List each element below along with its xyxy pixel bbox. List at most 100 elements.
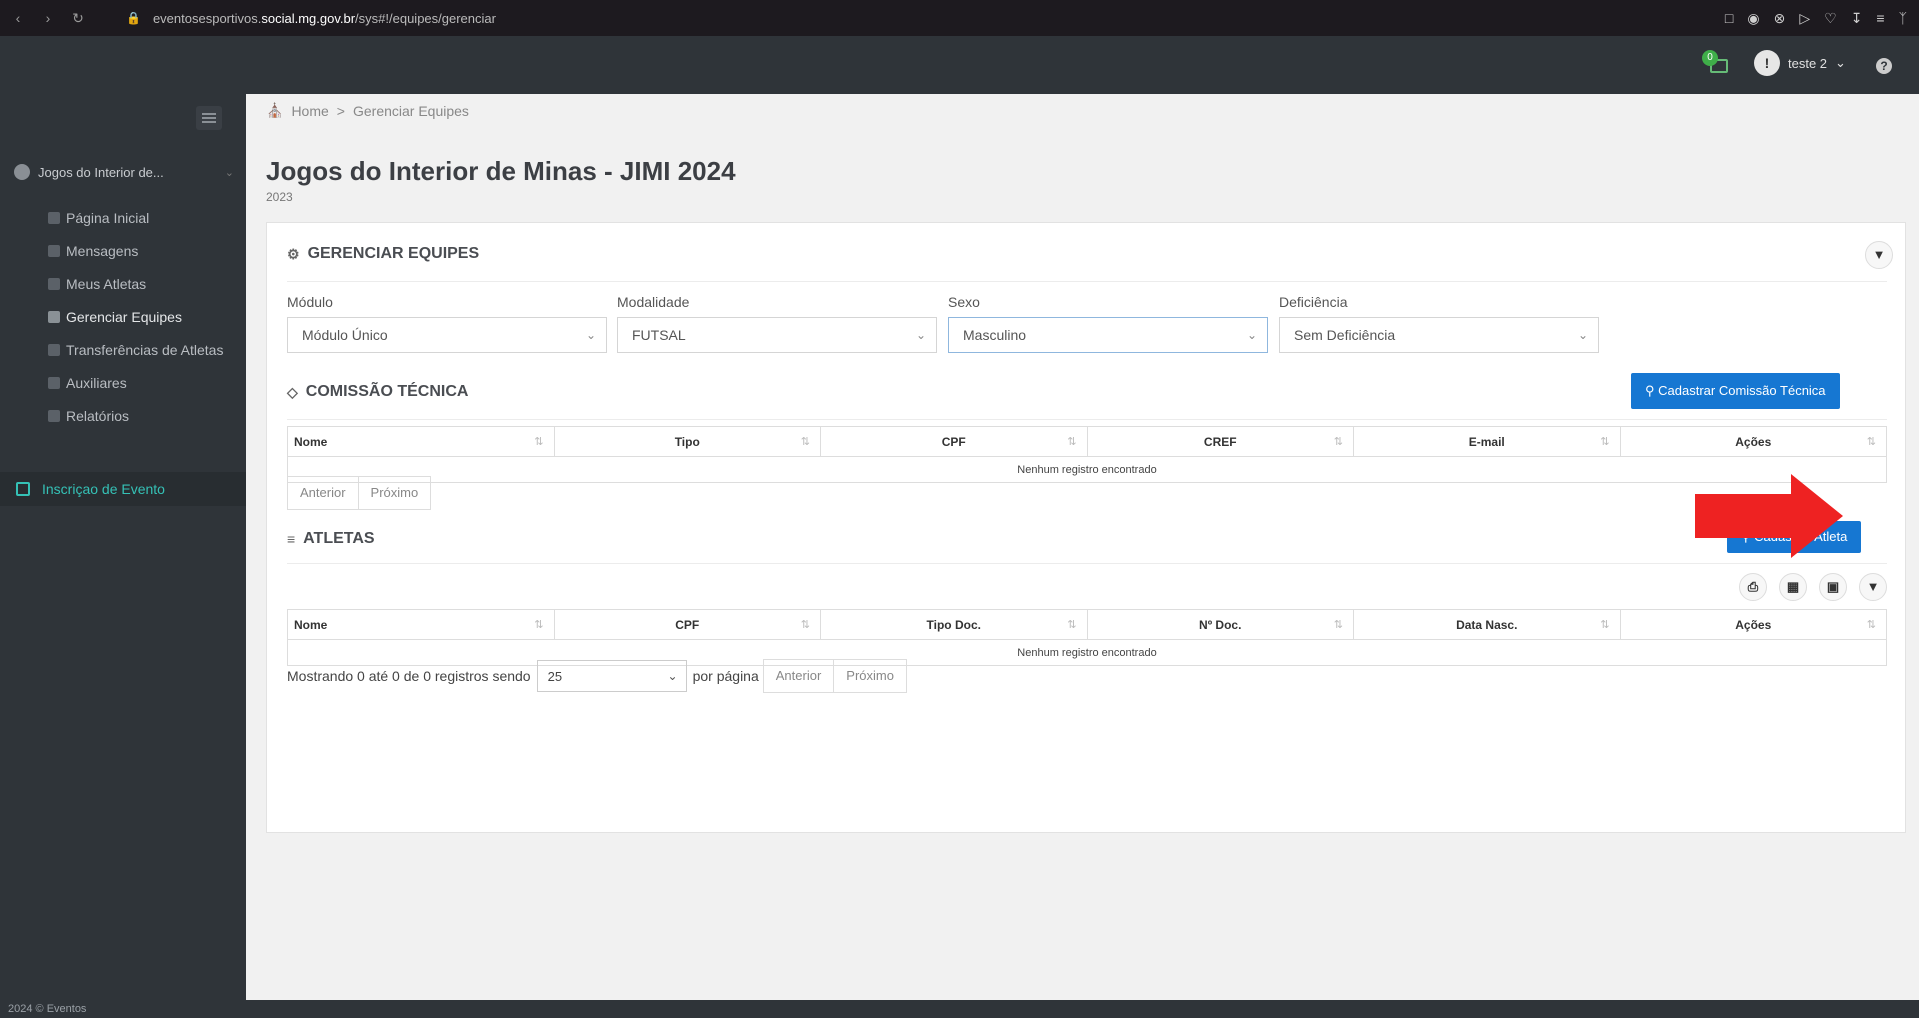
browser-toolbar: ‹ › ↻ 🔒 eventosesportivos.social.mg.gov.…	[0, 0, 1919, 36]
notification-badge: 0	[1702, 50, 1718, 66]
sidebar: Jogos do Interior de... ⌄ Página Inicial…	[0, 94, 246, 1018]
chevron-down-icon: ⌄	[915, 328, 926, 342]
chevron-down-icon: ⌄	[1246, 328, 1257, 342]
column-header[interactable]: CPF ⇅	[820, 426, 1088, 457]
notifications-button[interactable]: 0	[1700, 50, 1728, 78]
screenshot-icon[interactable]: □	[1725, 10, 1733, 26]
download-icon[interactable]: ↧	[1851, 10, 1863, 27]
page-title: Jogos do Interior de Minas - JIMI 2024	[266, 156, 736, 186]
column-header[interactable]: Nº Doc. ⇅	[1086, 609, 1354, 640]
print-button[interactable]: ⎙	[1739, 573, 1767, 601]
register-commission-button[interactable]: ⚲ Cadastrar Comissão Técnica	[1631, 373, 1840, 409]
sidebar-item-assistants[interactable]: Auxiliares	[0, 367, 246, 400]
sidebar-item-athletes[interactable]: Meus Atletas	[0, 268, 246, 301]
chevron-down-icon: ⌄	[1577, 328, 1588, 342]
per-page-select[interactable]: 25 ⌄	[536, 660, 687, 692]
module-select[interactable]: Módulo Único ⌄	[287, 317, 607, 353]
user-menu[interactable]: ! teste 2 ⌄	[1754, 50, 1846, 76]
manage-section-label: GERENCIAR EQUIPES	[307, 245, 480, 262]
column-header[interactable]: CREF ⇅	[1086, 426, 1354, 457]
export-excel-button[interactable]: ▦	[1779, 573, 1807, 601]
sidebar-item-label: Página Inicial	[66, 210, 150, 226]
chevron-down-icon: ⌄	[585, 328, 596, 342]
column-header[interactable]: Nome ⇅	[287, 426, 555, 457]
column-header[interactable]: Tipo ⇅	[553, 426, 821, 457]
help-icon[interactable]: ?	[1876, 58, 1892, 74]
sidebar-item-messages[interactable]: Mensagens	[0, 235, 246, 268]
breadcrumb-current: Gerenciar Equipes	[352, 102, 469, 119]
address-bar[interactable]: eventosesportivos.social.mg.gov.br/sys#!…	[153, 11, 496, 26]
user-circle-icon	[14, 164, 30, 180]
athletes-table: Nome ⇅ CPF ⇅ Tipo Doc. ⇅ Nº Doc. ⇅ Data Nasc…	[287, 609, 1887, 666]
filter-button[interactable]: ▼	[1865, 241, 1893, 269]
heart-icon[interactable]: ♡	[1824, 10, 1837, 27]
chart-icon	[48, 410, 60, 422]
layers-icon: ◇	[287, 383, 298, 400]
column-label: Nome	[294, 617, 328, 632]
forward-icon[interactable]: ›	[36, 10, 60, 26]
menu-icon[interactable]: ≡	[1876, 10, 1884, 26]
profile-icon[interactable]: ᛉ	[1899, 10, 1907, 26]
filter-button[interactable]: ▼	[1859, 573, 1887, 601]
column-header[interactable]: CPF ⇅	[553, 609, 821, 640]
column-label: Ações	[1735, 617, 1772, 632]
disability-select[interactable]: Sem Deficiência ⌄	[1279, 317, 1599, 353]
breadcrumb: ⛪ Home > Gerenciar Equipes	[266, 102, 469, 119]
sex-select[interactable]: Masculino ⌄	[948, 317, 1268, 353]
athletes-section-label: ATLETAS	[303, 530, 375, 547]
breadcrumb-home[interactable]: Home	[291, 103, 328, 119]
column-label: Nome	[294, 434, 328, 449]
lock-icon: 🔒	[126, 11, 141, 25]
sidebar-item-reports[interactable]: Relatórios	[0, 400, 246, 433]
divider	[287, 281, 1887, 282]
column-header[interactable]: Tipo Doc. ⇅	[820, 609, 1088, 640]
column-label: Ações	[1735, 434, 1772, 449]
column-label: Tipo Doc.	[926, 617, 981, 632]
column-header[interactable]: Ações ⇅	[1619, 609, 1887, 640]
home-icon	[48, 212, 60, 224]
reload-icon[interactable]: ↻	[66, 10, 90, 27]
pdf-icon: ▣	[1826, 579, 1840, 594]
modality-select[interactable]: FUTSAL ⌄	[617, 317, 937, 353]
sidebar-item-label: Auxiliares	[66, 375, 127, 391]
module-value: Módulo Único	[302, 327, 388, 343]
table-header-row: Nome ⇅ CPF ⇅ Tipo Doc. ⇅ Nº Doc. ⇅ Data Nasc…	[287, 609, 1887, 640]
camera-icon[interactable]: ◉	[1747, 10, 1759, 27]
previous-button[interactable]: Anterior	[288, 477, 359, 509]
list-icon	[48, 278, 60, 290]
sidebar-profile[interactable]: Jogos do Interior de... ⌄	[14, 164, 234, 180]
close-circle-icon[interactable]: ⊗	[1774, 10, 1786, 27]
sidebar-item-event-registration[interactable]: Inscriçao de Evento	[0, 472, 246, 506]
showing-text: Mostrando 0 até 0 de 0 registros sendo	[287, 668, 531, 684]
sidebar-item-label: Gerenciar Equipes	[66, 309, 182, 325]
url-prefix: eventosesportivos.	[152, 10, 262, 26]
register-commission-label: Cadastrar Comissão Técnica	[1658, 383, 1826, 398]
modality-value: FUTSAL	[632, 327, 686, 343]
play-icon[interactable]: ▷	[1799, 10, 1810, 27]
sort-icon: ⇅	[800, 436, 810, 448]
table-row: Nenhum registro encontrado	[287, 456, 1887, 483]
per-page-value: 25	[547, 668, 563, 684]
sort-icon: ⇅	[1866, 619, 1876, 631]
breadcrumb-separator: >	[336, 102, 345, 119]
disability-value: Sem Deficiência	[1294, 327, 1396, 343]
back-icon[interactable]: ‹	[6, 10, 30, 26]
column-header[interactable]: Ações ⇅	[1619, 426, 1887, 457]
transfer-icon	[48, 344, 60, 356]
sidebar-item-transfers[interactable]: Transferências de Atletas	[0, 334, 246, 367]
column-header[interactable]: Data Nasc. ⇅	[1353, 609, 1621, 640]
column-label: E-mail	[1468, 434, 1505, 449]
url-path: /sys#!/equipes/gerenciar	[355, 10, 496, 26]
sidebar-item-home[interactable]: Página Inicial	[0, 202, 246, 235]
previous-button[interactable]: Anterior	[764, 660, 835, 692]
column-header[interactable]: E-mail ⇅	[1353, 426, 1621, 457]
next-button[interactable]: Próximo	[359, 477, 431, 509]
column-header[interactable]: Nome ⇅	[287, 609, 555, 640]
next-button[interactable]: Próximo	[834, 660, 906, 692]
sidebar-item-manage-teams[interactable]: Gerenciar Equipes	[0, 301, 246, 334]
commission-table: Nome ⇅ Tipo ⇅ CPF ⇅ CREF ⇅ E-mail ⇅ Ações ⇅ Ne…	[287, 426, 1887, 483]
export-pdf-button[interactable]: ▣	[1819, 573, 1847, 601]
sidebar-menu: Página Inicial Mensagens Meus Atletas Ge…	[0, 202, 246, 433]
sidebar-toggle-icon[interactable]	[196, 106, 222, 130]
column-label: CPF	[675, 617, 700, 632]
